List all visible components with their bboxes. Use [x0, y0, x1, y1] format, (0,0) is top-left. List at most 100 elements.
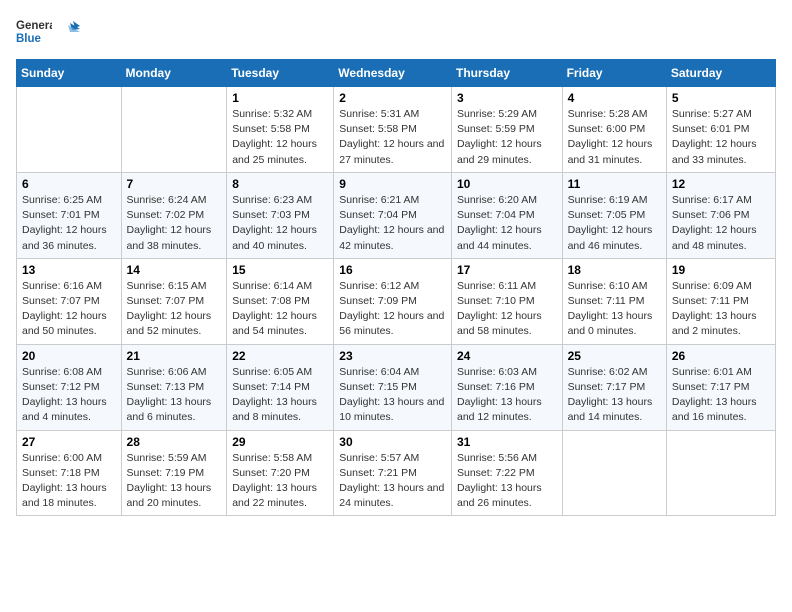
- day-number: 3: [457, 91, 557, 105]
- day-number: 8: [232, 177, 328, 191]
- day-info: Sunrise: 6:21 AMSunset: 7:04 PMDaylight:…: [339, 193, 446, 254]
- calendar-cell: 22 Sunrise: 6:05 AMSunset: 7:14 PMDayligh…: [227, 344, 334, 430]
- calendar-cell: [121, 87, 227, 173]
- column-header-thursday: Thursday: [451, 60, 562, 87]
- calendar-cell: 19Sunrise: 6:09 AMSunset: 7:11 PMDayligh…: [666, 258, 775, 344]
- calendar-cell: 1 Sunrise: 5:32 AMSunset: 5:58 PMDaylight…: [227, 87, 334, 173]
- logo-bird: General Blue: [16, 16, 52, 51]
- calendar-cell: 5Sunrise: 5:27 AMSunset: 6:01 PMDaylight…: [666, 87, 775, 173]
- calendar-cell: 7Sunrise: 6:24 AMSunset: 7:02 PMDaylight…: [121, 172, 227, 258]
- day-info: Sunrise: 6:25 AMSunset: 7:01 PMDaylight:…: [22, 193, 116, 254]
- day-info: Sunrise: 5:31 AMSunset: 5:58 PMDaylight:…: [339, 107, 446, 168]
- calendar-cell: 9 Sunrise: 6:21 AMSunset: 7:04 PMDaylight…: [334, 172, 452, 258]
- day-number: 28: [127, 435, 222, 449]
- calendar-cell: 6 Sunrise: 6:25 AMSunset: 7:01 PMDaylight…: [17, 172, 122, 258]
- calendar-cell: 11 Sunrise: 6:19 AMSunset: 7:05 PMDayligh…: [562, 172, 666, 258]
- day-number: 11: [568, 177, 661, 191]
- day-number: 18: [568, 263, 661, 277]
- calendar-cell: 28Sunrise: 5:59 AMSunset: 7:19 PMDayligh…: [121, 430, 227, 516]
- column-header-tuesday: Tuesday: [227, 60, 334, 87]
- day-info: Sunrise: 5:32 AMSunset: 5:58 PMDaylight:…: [232, 107, 328, 168]
- day-info: Sunrise: 6:15 AMSunset: 7:07 PMDaylight:…: [127, 279, 222, 340]
- calendar-cell: 23 Sunrise: 6:04 AMSunset: 7:15 PMDayligh…: [334, 344, 452, 430]
- day-number: 25: [568, 349, 661, 363]
- day-info: Sunrise: 5:56 AMSunset: 7:22 PMDaylight:…: [457, 451, 557, 512]
- day-info: Sunrise: 6:20 AMSunset: 7:04 PMDaylight:…: [457, 193, 557, 254]
- calendar-cell: 24Sunrise: 6:03 AMSunset: 7:16 PMDayligh…: [451, 344, 562, 430]
- calendar-cell: 29 Sunrise: 5:58 AMSunset: 7:20 PMDayligh…: [227, 430, 334, 516]
- day-info: Sunrise: 6:02 AMSunset: 7:17 PMDaylight:…: [568, 365, 661, 426]
- day-info: Sunrise: 6:11 AMSunset: 7:10 PMDaylight:…: [457, 279, 557, 340]
- calendar-cell: 31 Sunrise: 5:56 AMSunset: 7:22 PMDayligh…: [451, 430, 562, 516]
- day-number: 27: [22, 435, 116, 449]
- day-info: Sunrise: 6:19 AMSunset: 7:05 PMDaylight:…: [568, 193, 661, 254]
- day-number: 22: [232, 349, 328, 363]
- day-number: 12: [672, 177, 770, 191]
- day-info: Sunrise: 6:05 AMSunset: 7:14 PMDaylight:…: [232, 365, 328, 426]
- logo-bird-icon: [58, 21, 80, 46]
- column-header-saturday: Saturday: [666, 60, 775, 87]
- day-info: Sunrise: 5:29 AMSunset: 5:59 PMDaylight:…: [457, 107, 557, 168]
- day-number: 10: [457, 177, 557, 191]
- day-info: Sunrise: 6:08 AMSunset: 7:12 PMDaylight:…: [22, 365, 116, 426]
- day-number: 29: [232, 435, 328, 449]
- calendar-week-row: 1 Sunrise: 5:32 AMSunset: 5:58 PMDaylight…: [17, 87, 776, 173]
- day-info: Sunrise: 5:57 AMSunset: 7:21 PMDaylight:…: [339, 451, 446, 512]
- calendar-cell: [17, 87, 122, 173]
- day-info: Sunrise: 6:04 AMSunset: 7:15 PMDaylight:…: [339, 365, 446, 426]
- calendar-cell: 21 Sunrise: 6:06 AMSunset: 7:13 PMDayligh…: [121, 344, 227, 430]
- calendar-cell: 26Sunrise: 6:01 AMSunset: 7:17 PMDayligh…: [666, 344, 775, 430]
- day-info: Sunrise: 5:28 AMSunset: 6:00 PMDaylight:…: [568, 107, 661, 168]
- svg-text:General: General: [16, 20, 52, 32]
- day-number: 15: [232, 263, 328, 277]
- day-info: Sunrise: 6:03 AMSunset: 7:16 PMDaylight:…: [457, 365, 557, 426]
- day-number: 14: [127, 263, 222, 277]
- page-header: General Blue: [16, 16, 776, 51]
- day-number: 26: [672, 349, 770, 363]
- day-number: 13: [22, 263, 116, 277]
- day-info: Sunrise: 6:17 AMSunset: 7:06 PMDaylight:…: [672, 193, 770, 254]
- day-info: Sunrise: 6:16 AMSunset: 7:07 PMDaylight:…: [22, 279, 116, 340]
- calendar-cell: 12 Sunrise: 6:17 AMSunset: 7:06 PMDayligh…: [666, 172, 775, 258]
- calendar-cell: 20Sunrise: 6:08 AMSunset: 7:12 PMDayligh…: [17, 344, 122, 430]
- calendar-week-row: 6 Sunrise: 6:25 AMSunset: 7:01 PMDaylight…: [17, 172, 776, 258]
- calendar-cell: 4 Sunrise: 5:28 AMSunset: 6:00 PMDaylight…: [562, 87, 666, 173]
- calendar-week-row: 27 Sunrise: 6:00 AMSunset: 7:18 PMDayligh…: [17, 430, 776, 516]
- calendar-cell: 18 Sunrise: 6:10 AMSunset: 7:11 PMDayligh…: [562, 258, 666, 344]
- day-info: Sunrise: 6:09 AMSunset: 7:11 PMDaylight:…: [672, 279, 770, 340]
- calendar-cell: 3 Sunrise: 5:29 AMSunset: 5:59 PMDaylight…: [451, 87, 562, 173]
- day-info: Sunrise: 6:14 AMSunset: 7:08 PMDaylight:…: [232, 279, 328, 340]
- day-info: Sunrise: 6:23 AMSunset: 7:03 PMDaylight:…: [232, 193, 328, 254]
- day-number: 16: [339, 263, 446, 277]
- calendar-cell: 16 Sunrise: 6:12 AMSunset: 7:09 PMDayligh…: [334, 258, 452, 344]
- calendar-cell: 25 Sunrise: 6:02 AMSunset: 7:17 PMDayligh…: [562, 344, 666, 430]
- calendar-cell: 15 Sunrise: 6:14 AMSunset: 7:08 PMDayligh…: [227, 258, 334, 344]
- day-number: 23: [339, 349, 446, 363]
- day-number: 21: [127, 349, 222, 363]
- day-number: 9: [339, 177, 446, 191]
- calendar-cell: [562, 430, 666, 516]
- day-info: Sunrise: 6:00 AMSunset: 7:18 PMDaylight:…: [22, 451, 116, 512]
- day-info: Sunrise: 5:58 AMSunset: 7:20 PMDaylight:…: [232, 451, 328, 512]
- calendar-cell: [666, 430, 775, 516]
- day-number: 1: [232, 91, 328, 105]
- day-info: Sunrise: 6:06 AMSunset: 7:13 PMDaylight:…: [127, 365, 222, 426]
- day-info: Sunrise: 6:10 AMSunset: 7:11 PMDaylight:…: [568, 279, 661, 340]
- day-number: 4: [568, 91, 661, 105]
- calendar-cell: 17Sunrise: 6:11 AMSunset: 7:10 PMDayligh…: [451, 258, 562, 344]
- day-number: 31: [457, 435, 557, 449]
- logo: General Blue: [16, 16, 80, 51]
- day-number: 2: [339, 91, 446, 105]
- column-header-monday: Monday: [121, 60, 227, 87]
- calendar-cell: 30Sunrise: 5:57 AMSunset: 7:21 PMDayligh…: [334, 430, 452, 516]
- calendar-header-row: SundayMondayTuesdayWednesdayThursdayFrid…: [17, 60, 776, 87]
- calendar-cell: 10 Sunrise: 6:20 AMSunset: 7:04 PMDayligh…: [451, 172, 562, 258]
- day-number: 5: [672, 91, 770, 105]
- day-info: Sunrise: 6:12 AMSunset: 7:09 PMDaylight:…: [339, 279, 446, 340]
- column-header-sunday: Sunday: [17, 60, 122, 87]
- calendar-cell: 13 Sunrise: 6:16 AMSunset: 7:07 PMDayligh…: [17, 258, 122, 344]
- day-number: 6: [22, 177, 116, 191]
- calendar-cell: 8 Sunrise: 6:23 AMSunset: 7:03 PMDaylight…: [227, 172, 334, 258]
- calendar-cell: 14 Sunrise: 6:15 AMSunset: 7:07 PMDayligh…: [121, 258, 227, 344]
- calendar-week-row: 20Sunrise: 6:08 AMSunset: 7:12 PMDayligh…: [17, 344, 776, 430]
